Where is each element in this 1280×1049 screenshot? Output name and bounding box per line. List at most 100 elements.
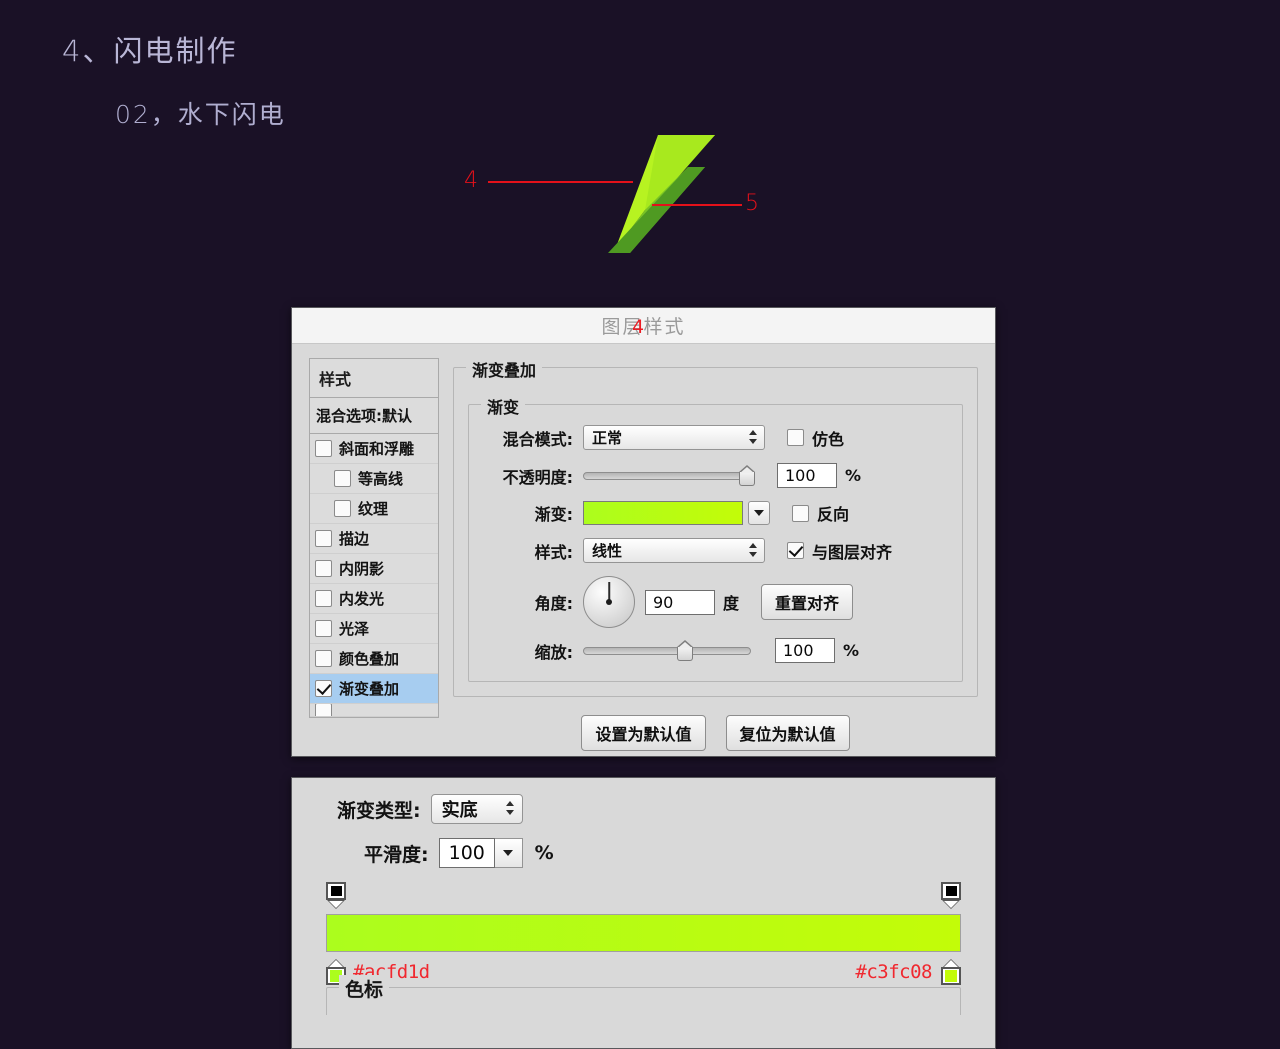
slider-track [583, 647, 751, 655]
sidebar-item-label: 渐变叠加 [339, 680, 400, 698]
annotation-label-5: 5 [745, 191, 759, 216]
gradient-overlay-panel: 渐变叠加 渐变 混合模式: 正常 仿色 不透明度: 100 % 渐变: 反向 样… [453, 357, 978, 756]
gradient-overlay-group: 渐变叠加 渐变 混合模式: 正常 仿色 不透明度: 100 % 渐变: 反向 样… [453, 357, 978, 697]
checkbox-stroke[interactable] [315, 530, 332, 547]
gradient-bar-preview[interactable] [326, 914, 961, 952]
styles-sidebar[interactable]: 样式 混合选项:默认 斜面和浮雕 等高线 纹理 描边 内阴影 内发光 光泽 颜色… [309, 358, 439, 756]
sidebar-item-label: 颜色叠加 [339, 650, 400, 668]
gradient-picker-button[interactable] [748, 501, 770, 525]
input-opacity[interactable]: 100 [777, 463, 837, 488]
unit-opacity: % [845, 466, 862, 485]
set-as-default-button[interactable]: 设置为默认值 [581, 715, 706, 751]
unit-scale: % [843, 641, 860, 660]
color-stop-group: 色标 [326, 975, 961, 1015]
select-gradient-type-value: 实底 [441, 800, 478, 821]
reset-to-default-button[interactable]: 复位为默认值 [725, 715, 850, 751]
slider-thumb[interactable] [739, 465, 755, 486]
checkbox-color-overlay[interactable] [315, 650, 332, 667]
checkbox-dither-row[interactable]: 仿色 [787, 426, 844, 450]
sidebar-item-color-overlay[interactable]: 颜色叠加 [310, 644, 438, 674]
annotation-line-5 [652, 204, 742, 206]
checkbox-partially-hidden[interactable] [315, 704, 332, 716]
input-scale[interactable]: 100 [775, 638, 835, 663]
label-reverse: 反向 [817, 505, 850, 524]
input-opacity-value: 100 [785, 466, 816, 485]
color-stop-right[interactable] [941, 959, 961, 985]
sidebar-item-inner-shadow[interactable]: 内阴影 [310, 554, 438, 584]
opacity-stop-right[interactable] [941, 882, 961, 909]
row-style: 样式: 线性 与图层对齐 [481, 538, 950, 563]
row-blend-mode: 混合模式: 正常 仿色 [481, 425, 950, 450]
input-scale-value: 100 [783, 641, 814, 660]
sidebar-item-blending-options[interactable]: 混合选项:默认 [309, 398, 439, 434]
unit-smoothness: % [534, 842, 554, 864]
dialog-footer-buttons: 设置为默认值 复位为默认值 [453, 715, 978, 751]
lightning-bolt-svg [608, 135, 715, 253]
row-gradient: 渐变: 反向 [481, 501, 950, 525]
select-style-value: 线性 [592, 542, 623, 560]
sidebar-item-contour[interactable]: 等高线 [310, 464, 438, 494]
sidebar-effect-list[interactable]: 斜面和浮雕 等高线 纹理 描边 内阴影 内发光 光泽 颜色叠加 渐变叠加 [309, 434, 439, 718]
checkbox-inner-glow[interactable] [315, 590, 332, 607]
checkbox-gradient-overlay[interactable] [315, 680, 332, 697]
sidebar-header: 样式 [309, 358, 439, 398]
sidebar-item-texture[interactable]: 纹理 [310, 494, 438, 524]
label-blend-mode: 混合模式: [502, 429, 573, 449]
label-gradient: 渐变: [534, 505, 573, 524]
row-opacity: 不透明度: 100 % [481, 463, 950, 488]
select-style[interactable]: 线性 [583, 538, 765, 563]
slider-scale[interactable] [583, 640, 751, 661]
gradient-editor-dialog[interactable]: 渐变类型: 实底 平滑度: 100 % #acfd1d #c3fc08 色标 [291, 777, 996, 1049]
checkbox-contour[interactable] [334, 470, 351, 487]
checkbox-align-layer-row[interactable]: 与图层对齐 [787, 539, 892, 563]
row-smoothness: 平滑度: 100 % [309, 838, 978, 868]
angle-dial[interactable] [583, 576, 635, 628]
gradient-preview-swatch[interactable] [583, 501, 743, 525]
sidebar-item-bevel-emboss[interactable]: 斜面和浮雕 [310, 434, 438, 464]
sidebar-item-label: 内阴影 [339, 560, 385, 578]
sidebar-item-gradient-overlay[interactable]: 渐变叠加 [310, 674, 438, 704]
select-gradient-type[interactable]: 实底 [430, 794, 523, 824]
label-style: 样式: [534, 542, 573, 562]
checkbox-texture[interactable] [334, 500, 351, 517]
smoothness-dropdown-button[interactable] [494, 838, 523, 868]
label-angle: 角度: [534, 594, 573, 613]
layer-style-dialog[interactable]: 4 图层样式 样式 混合选项:默认 斜面和浮雕 等高线 纹理 描边 内阴影 内发… [291, 307, 996, 757]
opacity-stop-left[interactable] [326, 882, 346, 909]
unit-angle: 度 [723, 594, 740, 613]
slider-track [583, 472, 753, 480]
illustration-lightning: 4 5 [440, 125, 840, 265]
sidebar-item-satin[interactable]: 光泽 [310, 614, 438, 644]
input-smoothness[interactable]: 100 [438, 838, 495, 868]
reset-align-button[interactable]: 重置对齐 [761, 584, 854, 620]
label-smoothness: 平滑度: [364, 843, 429, 866]
checkbox-bevel-emboss[interactable] [315, 440, 332, 457]
checkbox-dither[interactable] [787, 429, 804, 446]
checkbox-reverse[interactable] [792, 504, 809, 522]
sidebar-item-label: 内发光 [339, 590, 385, 608]
input-angle-value: 90 [653, 592, 674, 612]
color-stop-swatch-right [941, 967, 961, 985]
select-blend-mode[interactable]: 正常 [583, 425, 765, 450]
checkbox-align-with-layer[interactable] [787, 542, 804, 559]
page-subtitle: 02，水下闪电 [115, 100, 286, 129]
sidebar-item-label: 纹理 [358, 500, 389, 518]
chevron-down-icon [754, 510, 764, 516]
sidebar-item-stroke[interactable]: 描边 [310, 524, 438, 554]
opacity-stop-swatch [941, 882, 961, 900]
checkbox-satin[interactable] [315, 620, 332, 637]
gradient-stop-editor[interactable]: #acfd1d #c3fc08 [309, 882, 978, 987]
row-angle: 角度: 90 度 重置对齐 [481, 576, 950, 628]
slider-thumb[interactable] [677, 640, 693, 661]
page-title: 4、闪电制作 [62, 34, 238, 68]
checkbox-inner-shadow[interactable] [315, 560, 332, 577]
titlebar-annotation-number: 4 [632, 316, 645, 338]
sidebar-item-inner-glow[interactable]: 内发光 [310, 584, 438, 614]
checkbox-reverse-row[interactable]: 反向 [792, 501, 849, 525]
label-align-with-layer: 与图层对齐 [812, 542, 893, 562]
label-gradient-type: 渐变类型: [337, 799, 421, 822]
sidebar-item-partially-hidden[interactable] [310, 704, 438, 717]
slider-opacity[interactable] [583, 465, 755, 486]
sidebar-item-label: 描边 [339, 530, 370, 548]
input-angle[interactable]: 90 [645, 589, 715, 615]
